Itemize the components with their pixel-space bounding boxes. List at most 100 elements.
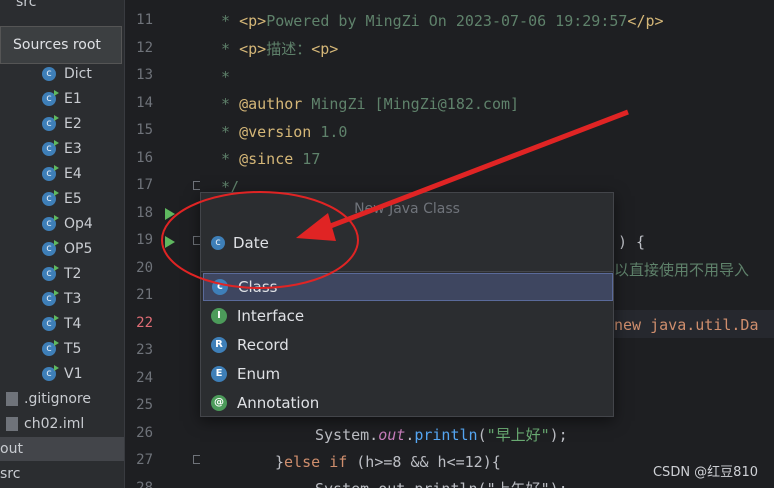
line-number: 17 (136, 177, 153, 193)
line-number: 25 (136, 397, 153, 413)
line-number: 15 (136, 122, 153, 138)
code-line-15: * @version 1.0 (212, 123, 348, 141)
line-number: 14 (136, 94, 153, 111)
tree-item-class[interactable]: c E3 (0, 137, 82, 161)
class-label: OP5 (64, 241, 93, 257)
module-file-icon (6, 417, 18, 431)
option-interface[interactable]: I Interface (203, 302, 613, 330)
popup-divider (201, 271, 613, 272)
line-number: 28 (136, 479, 153, 488)
tree-item-class[interactable]: c E1 (0, 87, 82, 111)
class-label: E1 (64, 91, 82, 107)
class-icon: c (42, 190, 59, 206)
class-icon: c (42, 265, 59, 281)
option-label: Record (237, 336, 289, 354)
code-line-13: * (212, 68, 231, 86)
class-label: Op4 (64, 216, 93, 232)
class-name-input[interactable]: c Date (205, 227, 609, 259)
class-icon: c (212, 279, 228, 295)
option-label: Annotation (237, 394, 320, 412)
class-label: Dict (64, 66, 92, 82)
run-gutter-icon[interactable] (165, 208, 175, 220)
class-label: T2 (64, 266, 82, 282)
tree-item-gitignore[interactable]: .gitignore (0, 387, 91, 411)
tree-item-class[interactable]: c E5 (0, 187, 82, 211)
class-icon: c (42, 290, 59, 306)
record-icon: R (211, 337, 227, 353)
class-name-value[interactable]: Date (233, 234, 269, 252)
tree-item-class[interactable]: c E2 (0, 112, 82, 136)
line-number: 27 (136, 452, 153, 468)
line-number: 26 (136, 424, 153, 441)
enum-icon: E (211, 366, 227, 382)
class-icon: c (211, 236, 225, 250)
run-gutter-icon[interactable] (165, 236, 175, 248)
line-number: 16 (136, 149, 153, 166)
watermark: CSDN @红豆810 (652, 465, 758, 480)
class-label: E5 (64, 191, 82, 207)
tree-label: src (16, 0, 37, 10)
class-label: T3 (64, 291, 82, 307)
option-annotation[interactable]: @ Annotation (203, 389, 613, 417)
tree-item-class[interactable]: c T5 (0, 337, 81, 361)
line-number: 18 (136, 204, 153, 221)
option-enum[interactable]: E Enum (203, 360, 613, 388)
class-icon: c (42, 215, 59, 231)
folder-label: out (0, 441, 23, 457)
class-label: T4 (64, 316, 82, 332)
class-label: T5 (64, 341, 82, 357)
class-icon: c (42, 140, 59, 156)
project-tree[interactable]: src Sources root c Dict c E1 c E2 c E3 c E4 c E5 c Op… (0, 0, 124, 488)
tree-item-class[interactable]: c V1 (0, 362, 82, 386)
ide-window: src Sources root c Dict c E1 c E2 c E3 c E4 c E5 c Op… (0, 0, 774, 488)
file-label: .gitignore (24, 391, 91, 407)
editor-gutter: 11 12 13 14 15 16 17 18 19 20 21 22 23 24 25 26 27 28 (124, 0, 202, 488)
interface-icon: I (211, 308, 227, 324)
class-icon: c (42, 67, 56, 81)
popup-title: New Java Class (354, 201, 460, 217)
line-number: 12 (136, 39, 153, 56)
class-label: E2 (64, 116, 82, 132)
class-icon: c (42, 340, 59, 356)
code-line-27: }else if (h>=8 && h<=12){ (275, 453, 501, 471)
tree-item-src[interactable]: src (0, 462, 20, 486)
line-number: 11 (136, 12, 153, 28)
line-number: 20 (136, 259, 153, 276)
line-number: 22 (136, 314, 153, 331)
new-java-class-popup[interactable]: New Java Class c Date c Class I Interfac… (200, 192, 614, 417)
class-icon: c (42, 365, 59, 381)
code-line-14: * @author MingZi [MingZi@182.com] (212, 95, 520, 113)
class-label: E4 (64, 166, 82, 182)
option-label: Enum (237, 365, 281, 383)
code-line-19-tail: ) { (618, 233, 646, 251)
option-class[interactable]: c Class (203, 273, 613, 301)
tree-item-class[interactable]: c T2 (0, 262, 81, 286)
code-line-11: * <p>Powered by MingZi On 2023-07-06 19:… (212, 12, 664, 30)
line-number: 24 (136, 369, 153, 386)
code-line-26: System.out.println("早上好"); (315, 426, 568, 444)
sources-root-tooltip: Sources root (0, 26, 122, 64)
tree-item-out[interactable]: out (0, 437, 23, 461)
line-number: 13 (136, 67, 153, 83)
tree-item-class[interactable]: c Dict (0, 62, 92, 86)
tree-item-class[interactable]: c OP5 (0, 237, 92, 261)
code-line-12: * <p>描述：<p> (212, 40, 339, 58)
file-label: ch02.iml (24, 416, 85, 432)
code-line-22-tail: new java.util.Da (614, 316, 759, 334)
tree-item-class[interactable]: c E4 (0, 162, 82, 186)
class-label: E3 (64, 141, 82, 157)
class-label: V1 (64, 366, 83, 382)
tree-item-src-top[interactable]: src (0, 0, 36, 14)
tree-item-class[interactable]: c T3 (0, 287, 81, 311)
tree-item-class[interactable]: c T4 (0, 312, 81, 336)
option-record[interactable]: R Record (203, 331, 613, 359)
tree-item-class[interactable]: c Op4 (0, 212, 93, 236)
code-line-16: * @since 17 (212, 150, 321, 168)
folder-label: src (0, 466, 21, 482)
code-line-20-tail: 以直接使用不用导入 (614, 261, 750, 279)
tree-item-iml[interactable]: ch02.iml (0, 412, 84, 436)
class-icon: c (42, 315, 59, 331)
class-icon: c (42, 90, 59, 106)
option-label: Class (238, 278, 278, 296)
line-number: 23 (136, 342, 153, 358)
